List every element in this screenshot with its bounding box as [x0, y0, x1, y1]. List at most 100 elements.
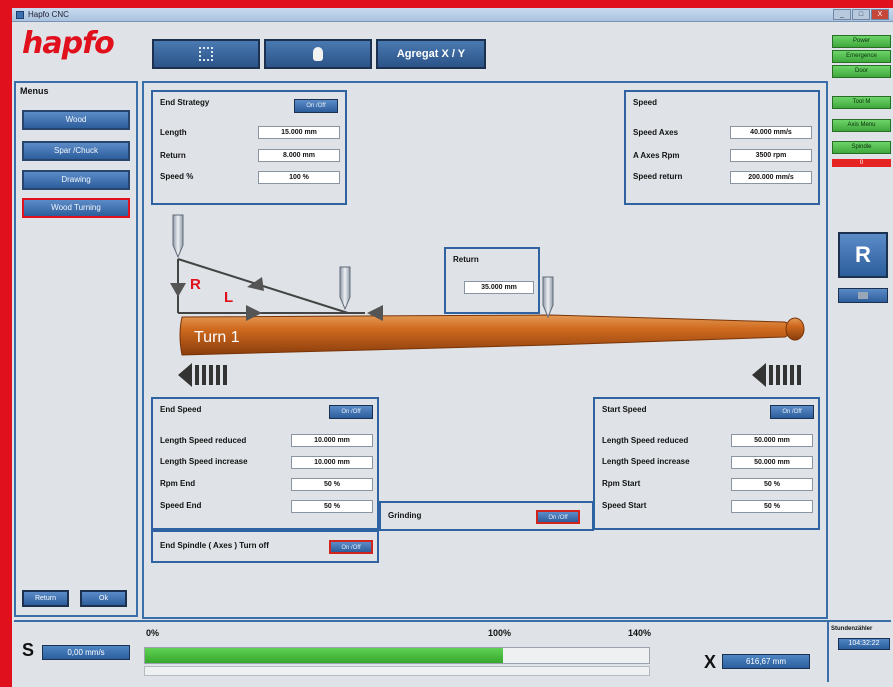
- return-label: Return: [160, 151, 186, 160]
- tool-m-button[interactable]: Tool M: [832, 96, 891, 109]
- progress-label-0: 0%: [146, 628, 160, 638]
- speed-axes-field[interactable]: 40.000 mm/s: [730, 126, 812, 139]
- feed-progress-sub-bar: [144, 666, 650, 676]
- end-speed-onoff-button[interactable]: On /Off: [329, 405, 373, 419]
- spindle-speed-letter: S: [22, 640, 35, 660]
- speed-end-label: Speed End: [160, 501, 202, 510]
- select-area-icon: [199, 47, 213, 61]
- progress-label-140: 140%: [628, 628, 652, 638]
- menu-panel: [14, 81, 138, 617]
- brand-logo: hapfo: [22, 26, 115, 61]
- return-button[interactable]: Return: [22, 590, 69, 607]
- end-length-speed-reduced-field[interactable]: 10.000 mm: [291, 434, 373, 447]
- end-speed-box: End Speed On /Off Length Speed reduced 1…: [151, 397, 379, 530]
- end-strategy-box: End Strategy On /Off Length 15.000 mm Re…: [151, 90, 347, 205]
- speed-return-label: Speed return: [633, 172, 683, 181]
- start-length-speed-increase-field[interactable]: 50.000 mm: [731, 456, 813, 469]
- tool-right-icon: [542, 276, 554, 319]
- end-length-speed-increase-label: Length Speed increase: [160, 457, 248, 466]
- grinding-title: Grinding: [388, 511, 422, 520]
- start-length-speed-reduced-field[interactable]: 50.000 mm: [731, 434, 813, 447]
- start-speed-box: Start Speed On /Off Length Speed reduced…: [593, 397, 820, 530]
- emergence-status-button[interactable]: Emergence: [832, 50, 891, 63]
- feed-progress-fill: [145, 648, 503, 663]
- grinding-onoff-button[interactable]: On /Off: [536, 510, 580, 524]
- spindle-status-button[interactable]: Spindle: [832, 141, 891, 154]
- speed-start-field[interactable]: 50 %: [731, 500, 813, 513]
- direction-arrow-right-icon: [752, 363, 801, 387]
- bat-knob: [785, 317, 805, 341]
- speed-axes-label: Speed Axes: [633, 128, 679, 137]
- turn-label: Turn 1: [194, 329, 240, 346]
- speed-title: Speed: [633, 98, 658, 107]
- axis-menu-button[interactable]: Axis Menu: [832, 119, 891, 132]
- speed-return-field[interactable]: 200.000 mm/s: [730, 171, 812, 184]
- x-position-readout: 616,67 mm: [722, 654, 810, 669]
- menu-item-wood-turning[interactable]: Wood Turning: [22, 198, 130, 218]
- speed-start-label: Speed Start: [602, 501, 647, 510]
- hand-icon: [313, 47, 323, 61]
- end-speed-title: End Speed: [160, 405, 202, 414]
- start-length-speed-reduced-label: Length Speed reduced: [602, 436, 689, 445]
- r-button[interactable]: R: [838, 232, 888, 278]
- menu-item-wood[interactable]: Wood: [22, 110, 130, 130]
- tool-left-icon: [172, 214, 184, 259]
- window-controls: _ □ X: [833, 9, 889, 20]
- spindle-status-indicator: 0: [832, 159, 891, 167]
- close-button[interactable]: X: [871, 9, 889, 20]
- rpm-start-field[interactable]: 50 %: [731, 478, 813, 491]
- minimize-button[interactable]: _: [833, 9, 851, 20]
- return-field[interactable]: 8.000 mm: [258, 149, 340, 162]
- length-label: Length: [160, 128, 187, 137]
- tool-mid-icon: [339, 266, 351, 311]
- door-status-button[interactable]: Door: [832, 65, 891, 78]
- end-spindle-title: End Spindle ( Axes ) Turn off: [160, 541, 269, 550]
- speed-percent-label: Speed %: [160, 172, 194, 181]
- end-length-speed-reduced-label: Length Speed reduced: [160, 436, 247, 445]
- bottom-divider: [827, 620, 829, 682]
- power-status-button[interactable]: Power: [832, 35, 891, 48]
- baseball-bat: [179, 314, 793, 356]
- rpm-end-field[interactable]: 50 %: [291, 478, 373, 491]
- x-axis-letter: X: [704, 652, 717, 672]
- end-strategy-title: End Strategy: [160, 98, 210, 107]
- progress-label-100: 100%: [488, 628, 512, 638]
- start-speed-title: Start Speed: [602, 405, 647, 414]
- manual-hand-button[interactable]: [264, 39, 372, 69]
- rpm-end-label: Rpm End: [160, 479, 196, 488]
- direction-arrow-left-icon: [178, 363, 227, 387]
- speed-end-field[interactable]: 50 %: [291, 500, 373, 513]
- keyboard-icon: [858, 292, 868, 299]
- end-spindle-onoff-button[interactable]: On /Off: [329, 540, 373, 554]
- a-axes-rpm-label: A Axes Rpm: [633, 151, 680, 160]
- window-title: Hapfo CNC: [28, 10, 69, 19]
- ok-button[interactable]: Ok: [80, 590, 127, 607]
- turning-drawing: Turn 1 R L: [170, 214, 805, 387]
- maximize-button[interactable]: □: [852, 9, 870, 20]
- speed-percent-field[interactable]: 100 %: [258, 171, 340, 184]
- menu-title: Menus: [20, 86, 49, 96]
- end-spindle-box: End Spindle ( Axes ) Turn off On /Off: [151, 530, 379, 563]
- arrow-upleft-icon: [247, 277, 264, 291]
- menu-item-spar-chuck[interactable]: Spar /Chuck: [22, 141, 130, 161]
- end-length-speed-increase-field[interactable]: 10.000 mm: [291, 456, 373, 469]
- menu-item-drawing[interactable]: Drawing: [22, 170, 130, 190]
- start-length-speed-increase-label: Length Speed increase: [602, 457, 690, 466]
- select-area-button[interactable]: [152, 39, 260, 69]
- feed-progress-bar: [144, 647, 650, 664]
- r-letter: R: [190, 276, 201, 293]
- speed-box: Speed Speed Axes 40.000 mm/s A Axes Rpm …: [624, 90, 820, 205]
- length-field[interactable]: 15.000 mm: [258, 126, 340, 139]
- spindle-speed-readout: 0,00 mm/s: [42, 645, 130, 660]
- aggregate-xy-button[interactable]: Agregat X / Y: [376, 39, 486, 69]
- operating-hours-readout: 104:32:22: [838, 638, 890, 650]
- red-brand-edge: [0, 0, 12, 687]
- a-axes-rpm-field[interactable]: 3500 rpm: [730, 149, 812, 162]
- start-speed-onoff-button[interactable]: On /Off: [770, 405, 814, 419]
- r-small-button[interactable]: [838, 288, 888, 303]
- window-titlebar: Hapfo CNC _ □ X: [12, 8, 893, 22]
- end-strategy-onoff-button[interactable]: On /Off: [294, 99, 338, 113]
- grinding-box: Grinding On /Off: [379, 501, 594, 531]
- app-icon: [16, 11, 24, 19]
- rpm-start-label: Rpm Start: [602, 479, 641, 488]
